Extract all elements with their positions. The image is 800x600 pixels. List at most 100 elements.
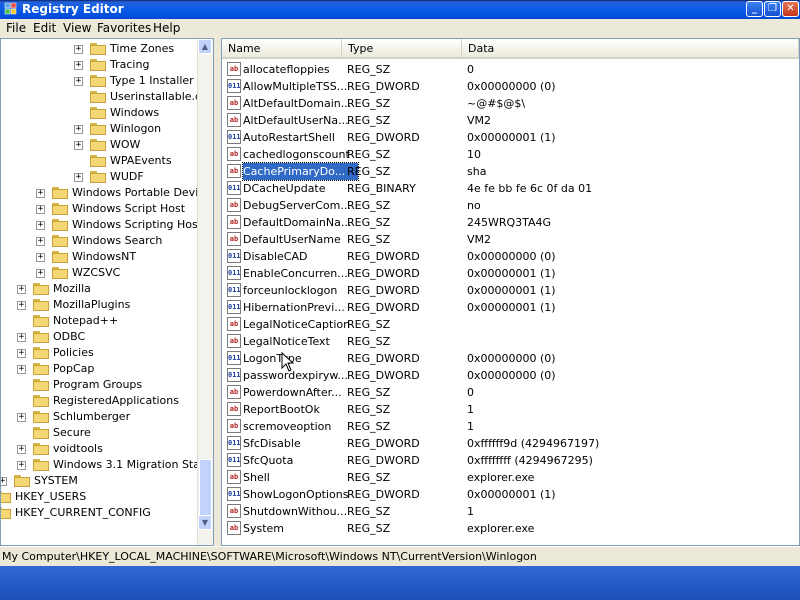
tree-node[interactable]: + Winlogon (1, 121, 199, 137)
tree-node[interactable]: + Schlumberger (1, 409, 199, 425)
column-header-type[interactable]: Type (342, 39, 462, 59)
expand-icon[interactable]: + (74, 77, 83, 86)
expand-icon[interactable]: + (17, 349, 26, 358)
scroll-down-button[interactable]: ▼ (198, 515, 212, 530)
value-row[interactable]: ab DebugServerCom... REG_SZ no (222, 197, 799, 214)
tree-node[interactable]: + Time Zones (1, 41, 199, 57)
column-header-data[interactable]: Data (462, 39, 799, 59)
value-row[interactable]: 011 SfcQuota REG_DWORD 0xffffffff (42949672… (222, 452, 799, 469)
expand-icon[interactable]: + (74, 141, 83, 150)
value-row[interactable]: ab allocatefloppies REG_SZ 0 (222, 61, 799, 78)
value-row[interactable]: ab scremoveoption REG_SZ 1 (222, 418, 799, 435)
expand-icon[interactable]: + (36, 205, 45, 214)
tree-node[interactable]: + ODBC (1, 329, 199, 345)
tree-node[interactable]: Notepad++ (1, 313, 199, 329)
value-row[interactable]: ab LegalNoticeCaption REG_SZ (222, 316, 799, 333)
tree-node[interactable]: + Mozilla (1, 281, 199, 297)
value-row[interactable]: ab AltDefaultDomain... REG_SZ ~@#$@$\ (222, 95, 799, 112)
expand-icon[interactable]: + (74, 45, 83, 54)
tree-node[interactable]: RegisteredApplications (1, 393, 199, 409)
value-row[interactable]: 011 DCacheUpdate REG_BINARY 4e fe bb fe 6c … (222, 180, 799, 197)
expand-icon[interactable]: + (17, 445, 26, 454)
tree-node[interactable]: Secure (1, 425, 199, 441)
value-row[interactable]: 011 EnableConcurren... REG_DWORD 0x00000001… (222, 265, 799, 282)
tree-node[interactable]: + Windows Scripting Host (1, 217, 202, 233)
value-row[interactable]: 011 AutoRestartShell REG_DWORD 0x00000001 (… (222, 129, 799, 146)
value-row[interactable]: 011 HibernationPrevi... REG_DWORD 0x0000000… (222, 299, 799, 316)
tree-node[interactable]: + Windows 3.1 Migration Status (1, 457, 213, 473)
tree-node[interactable]: + Windows Script Host (1, 201, 199, 217)
registry-tree[interactable]: + Time Zones + Tracing + Type 1 Installer User… (0, 38, 214, 546)
menu-help[interactable]: Help (153, 21, 180, 36)
value-row[interactable]: ab DefaultUserName REG_SZ VM2 (222, 231, 799, 248)
tree-node[interactable]: + voidtools (1, 441, 199, 457)
tree-node[interactable]: + WOW (1, 137, 199, 153)
value-row[interactable]: ab ReportBootOk REG_SZ 1 (222, 401, 799, 418)
tree-node[interactable]: + SYSTEM (1, 473, 199, 489)
menu-edit[interactable]: Edit (33, 21, 56, 36)
value-row[interactable]: ab PowerdownAfter... REG_SZ 0 (222, 384, 799, 401)
tree-node[interactable]: Userinstallable.drivers (1, 89, 213, 105)
tree-node[interactable]: +HKEY_USERS (1, 489, 199, 505)
expand-icon[interactable]: + (17, 365, 26, 374)
tree-node[interactable]: + PopCap (1, 361, 199, 377)
value-row[interactable]: 011 forceunlocklogon REG_DWORD 0x00000001 (… (222, 282, 799, 299)
tree-scrollbar[interactable]: ▲ ▼ (197, 39, 213, 545)
title-bar[interactable]: Registry Editor _ ❐ ✕ (0, 0, 800, 19)
menu-favorites[interactable]: Favorites (97, 21, 151, 36)
expand-icon[interactable]: + (17, 301, 26, 310)
value-row[interactable]: ab cachedlogonscount REG_SZ 10 (222, 146, 799, 163)
value-row[interactable]: ab System REG_SZ explorer.exe (222, 520, 799, 537)
expand-icon[interactable]: + (17, 413, 26, 422)
tree-node[interactable]: + WindowsNT (1, 249, 199, 265)
values-pane[interactable]: Name Type Data ab allocatefloppies REG_SZ 0… (221, 38, 800, 546)
tree-node[interactable]: + MozillaPlugins (1, 297, 199, 313)
tree-node[interactable]: + WUDF (1, 169, 199, 185)
expand-icon[interactable]: + (36, 269, 45, 278)
value-row[interactable]: ab ShutdownWithou... REG_SZ 1 (222, 503, 799, 520)
minimize-button[interactable]: _ (746, 1, 763, 17)
value-row[interactable]: ab Shell REG_SZ explorer.exe (222, 469, 799, 486)
value-row[interactable]: ab DefaultDomainNa... REG_SZ 245WRQ3TA4G (222, 214, 799, 231)
tree-node[interactable]: WPAEvents (1, 153, 199, 169)
maximize-button[interactable]: ❐ (764, 1, 781, 17)
expand-icon[interactable]: + (36, 253, 45, 262)
expand-icon[interactable]: + (36, 189, 45, 198)
expand-icon[interactable]: + (36, 237, 45, 246)
tree-node[interactable]: + Windows Portable Devices (1, 185, 213, 201)
expand-icon[interactable]: + (17, 461, 26, 470)
tree-node[interactable]: Program Groups (1, 377, 199, 393)
column-header-name[interactable]: Name (222, 39, 342, 59)
value-row[interactable]: 011 ShowLogonOptions REG_DWORD 0x00000001 (… (222, 486, 799, 503)
tree-node[interactable]: Windows (1, 105, 199, 121)
binary-value-icon: 011 (227, 487, 241, 501)
expand-icon[interactable]: + (74, 125, 83, 134)
value-row[interactable]: 011 passwordexpiryw... REG_DWORD 0x00000000… (222, 367, 799, 384)
tree-node[interactable]: +HKEY_CURRENT_CONFIG (1, 505, 199, 521)
tree-node[interactable]: + Tracing (1, 57, 199, 73)
value-row[interactable]: 011 AllowMultipleTSS... REG_DWORD 0x0000000… (222, 78, 799, 95)
menu-file[interactable]: File (6, 21, 26, 36)
menu-view[interactable]: View (63, 21, 91, 36)
scroll-up-button[interactable]: ▲ (198, 39, 212, 54)
tree-node[interactable]: + Policies (1, 345, 199, 361)
tree-node[interactable]: + WZCSVC (1, 265, 199, 281)
value-row[interactable]: ab AltDefaultUserNa... REG_SZ VM2 (222, 112, 799, 129)
close-button[interactable]: ✕ (782, 1, 799, 17)
value-row[interactable]: ab LegalNoticeText REG_SZ (222, 333, 799, 350)
expand-icon[interactable]: + (36, 221, 45, 230)
expand-icon[interactable]: + (17, 333, 26, 342)
expand-icon[interactable]: + (74, 173, 83, 182)
expand-icon[interactable]: + (74, 61, 83, 70)
binary-value-icon: 011 (227, 368, 241, 382)
value-row[interactable]: 011 DisableCAD REG_DWORD 0x00000000 (0) (222, 248, 799, 265)
value-type: REG_SZ (347, 199, 391, 212)
value-row[interactable]: ab CachePrimaryDo... REG_SZ sha (222, 162, 799, 181)
expand-icon[interactable]: + (1, 477, 7, 486)
expand-icon[interactable]: + (17, 285, 26, 294)
tree-node-label: WUDF (110, 170, 144, 183)
value-row[interactable]: 011 SfcDisable REG_DWORD 0xffffff9d (429496… (222, 435, 799, 452)
tree-node[interactable]: + Windows Search (1, 233, 199, 249)
tree-node[interactable]: + Type 1 Installer (1, 73, 199, 89)
value-row[interactable]: 011 LogonType REG_DWORD 0x00000000 (0) (222, 350, 799, 367)
